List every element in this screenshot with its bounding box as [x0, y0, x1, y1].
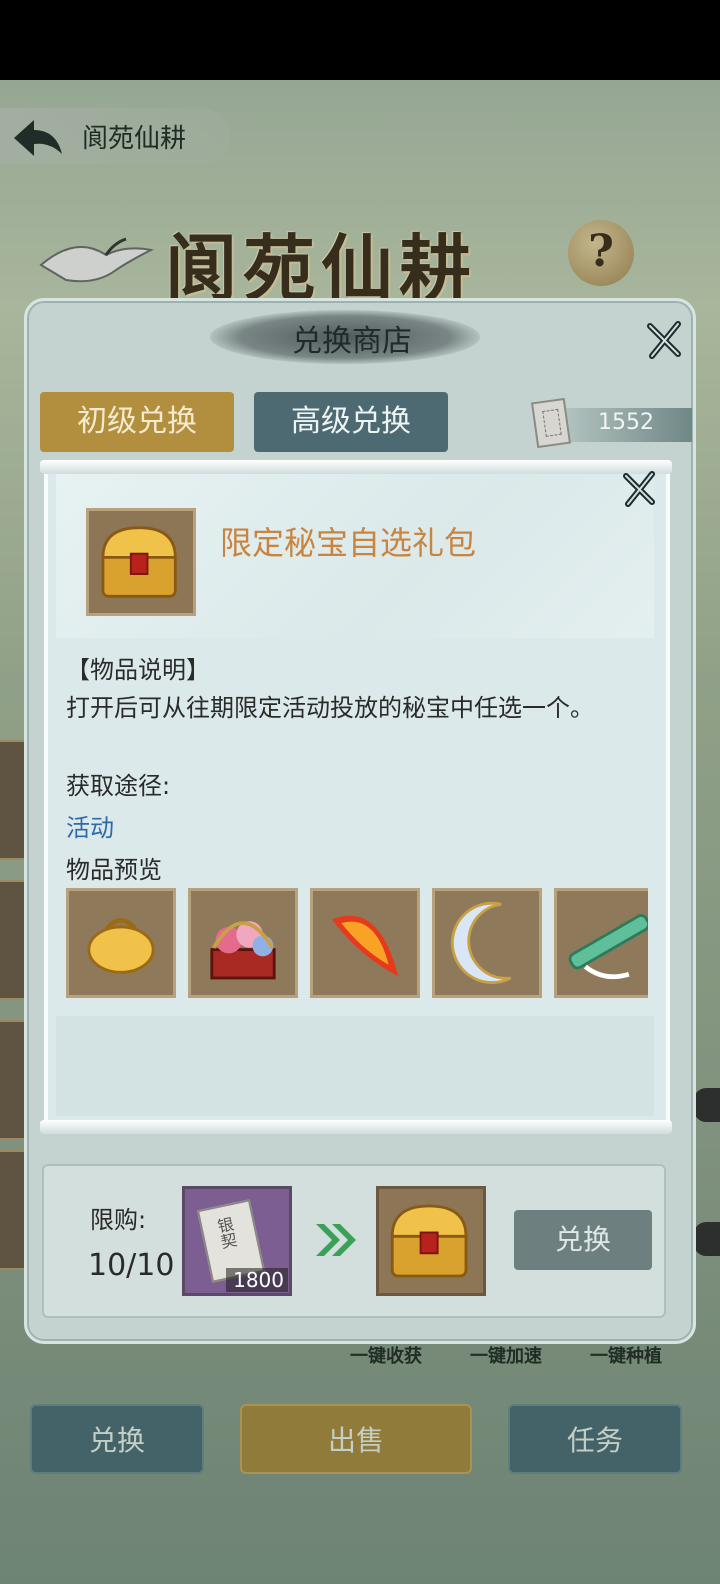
source-heading: 获取途径:: [66, 772, 171, 800]
preview-item-list[interactable]: [66, 888, 648, 1000]
scroll-rod-top: [40, 460, 672, 474]
shop-title: 兑换商店: [292, 324, 412, 359]
exchange-button[interactable]: 兑换: [514, 1210, 652, 1270]
flower-basket-icon: [210, 921, 276, 980]
scroll-rod-bottom: [40, 1120, 672, 1134]
gold-pouch-icon: [87, 917, 155, 974]
detail-lower-panel: [56, 1016, 654, 1116]
close-icon[interactable]: [644, 320, 684, 360]
source-activity-link[interactable]: 活动: [66, 808, 114, 843]
tab-advanced-exchange[interactable]: 高级兑换: [254, 392, 448, 452]
close-icon[interactable]: [620, 470, 658, 508]
currency-amount: 1552: [598, 410, 654, 435]
tab-basic-exchange[interactable]: 初级兑换: [40, 392, 234, 452]
description-heading: 【物品说明】: [66, 656, 210, 684]
reward-item-slot[interactable]: [376, 1186, 486, 1296]
jade-flute-icon: [568, 914, 648, 980]
preview-item[interactable]: [310, 888, 420, 998]
double-chevron-right-icon: [316, 1224, 356, 1256]
item-name: 限定秘宝自选礼包: [220, 524, 477, 562]
preview-item[interactable]: [554, 888, 648, 998]
purchase-limit-label: 限购:: [90, 1206, 147, 1234]
fire-feather-icon: [331, 915, 399, 977]
treasure-chest-icon: [101, 526, 177, 598]
item-icon-slot: [86, 508, 196, 616]
cost-quantity: 1800: [226, 1268, 288, 1292]
preview-item[interactable]: [432, 888, 542, 998]
crescent-moon-icon: [450, 901, 512, 984]
preview-heading: 物品预览: [66, 856, 162, 884]
cost-item-text: 银契: [213, 1215, 239, 1251]
preview-item[interactable]: [188, 888, 298, 998]
status-bar: [0, 0, 720, 80]
treasure-chest-icon: [390, 1204, 468, 1278]
preview-item[interactable]: [66, 888, 176, 998]
purchase-limit-value: 10/10: [88, 1248, 175, 1283]
description-text: 打开后可从往期限定活动投放的秘宝中任选一个。: [66, 694, 594, 722]
silver-note-icon: [530, 397, 572, 449]
